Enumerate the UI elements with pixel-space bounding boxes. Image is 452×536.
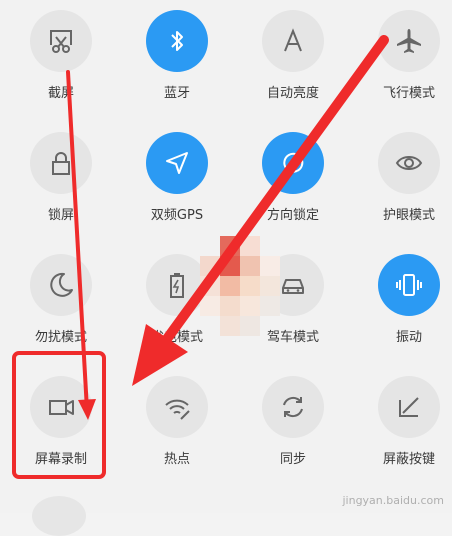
tile-label: 护眼模式 (382, 208, 435, 223)
sync-button[interactable] (262, 376, 324, 438)
eye-protection-button[interactable] (378, 132, 440, 194)
tile-eye-protection[interactable]: 护眼模式 (354, 126, 452, 226)
gps-button[interactable] (146, 132, 208, 194)
tile-label: 屏蔽按键 (382, 452, 435, 467)
screenshot-button[interactable] (30, 10, 92, 72)
block-keys-icon (394, 392, 424, 422)
tile-label: 锁屏 (47, 208, 74, 223)
airplane-button[interactable] (378, 10, 440, 72)
tile-label: 蓝牙 (163, 86, 190, 101)
tile-block-keys[interactable]: 屏蔽按键 (354, 370, 452, 470)
lock-screen-button[interactable] (30, 132, 92, 194)
tile-label: 勿扰模式 (34, 330, 87, 345)
bluetooth-button[interactable] (146, 10, 208, 72)
vibrate-button[interactable] (378, 254, 440, 316)
airplane-icon (394, 26, 424, 56)
hotspot-icon (162, 392, 192, 422)
tile-label: 同步 (279, 452, 306, 467)
rotation-lock-icon (278, 148, 308, 178)
battery-icon (162, 270, 192, 300)
tile-label: 振动 (395, 330, 422, 345)
do-not-disturb-button[interactable] (30, 254, 92, 316)
tile-screenshot[interactable]: 截屏 (6, 4, 116, 104)
watermark: jingyan.baidu.com (342, 494, 444, 507)
tile-label: 方向锁定 (266, 208, 319, 223)
tile-label: 飞行模式 (382, 86, 435, 101)
vibrate-icon (394, 270, 424, 300)
auto-brightness-button[interactable] (262, 10, 324, 72)
lock-icon (46, 148, 76, 178)
tile-vibrate[interactable]: 振动 (354, 248, 452, 348)
tile-lock-screen[interactable]: 锁屏 (6, 126, 116, 226)
hotspot-button[interactable] (146, 376, 208, 438)
auto-brightness-icon (278, 26, 308, 56)
tile-label: 双频GPS (150, 208, 204, 223)
tile-gps[interactable]: 双频GPS (122, 126, 232, 226)
block-keys-button[interactable] (378, 376, 440, 438)
tile-auto-brightness[interactable]: 自动亮度 (238, 4, 348, 104)
next-row-tile[interactable] (32, 496, 86, 536)
tile-bluetooth[interactable]: 蓝牙 (122, 4, 232, 104)
tile-airplane[interactable]: 飞行模式 (354, 4, 452, 104)
mosaic-censor (200, 236, 288, 340)
tile-do-not-disturb[interactable]: 勿扰模式 (6, 248, 116, 348)
gps-icon (162, 148, 192, 178)
tile-sync[interactable]: 同步 (238, 370, 348, 470)
power-saving-button[interactable] (146, 254, 208, 316)
bluetooth-icon (162, 26, 192, 56)
tile-label: 截屏 (47, 86, 74, 101)
moon-icon (46, 270, 76, 300)
rotation-lock-button[interactable] (262, 132, 324, 194)
annotation-highlight-box (12, 351, 106, 479)
tile-label: 自动亮度 (266, 86, 319, 101)
tile-label: 热点 (163, 452, 190, 467)
eye-icon (394, 148, 424, 178)
tile-hotspot[interactable]: 热点 (122, 370, 232, 470)
tile-rotation-lock[interactable]: 方向锁定 (238, 126, 348, 226)
sync-icon (278, 392, 308, 422)
screenshot-icon (46, 26, 76, 56)
